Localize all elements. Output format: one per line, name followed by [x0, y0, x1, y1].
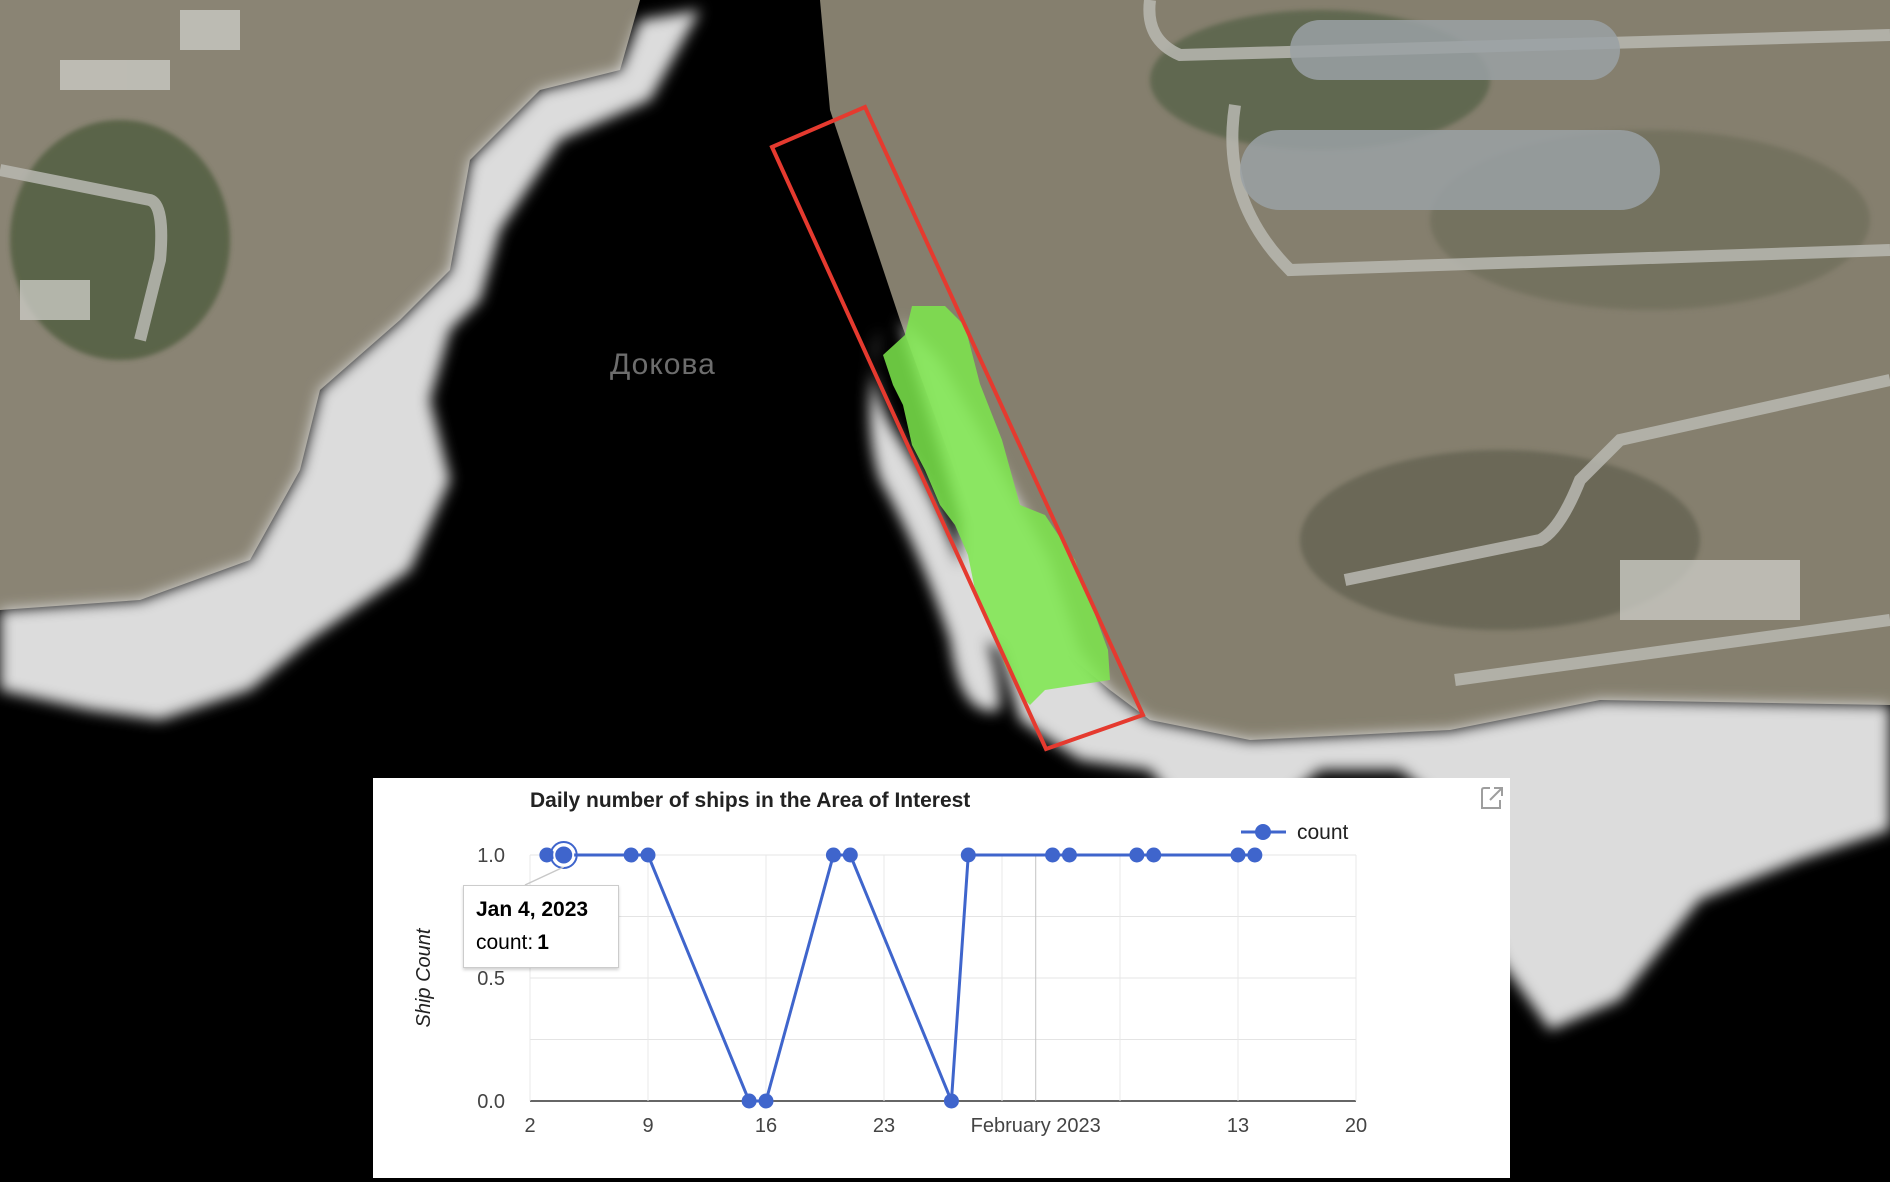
data-point[interactable] [1146, 847, 1162, 863]
tooltip-value-row: count: 1 [476, 931, 549, 955]
data-point[interactable] [758, 1093, 774, 1109]
x-tick-label: 20 [1345, 1115, 1367, 1137]
tooltip-date: Jan 4, 2023 [476, 898, 589, 921]
chart-tooltip: Jan 4, 2023 count: 1 [463, 885, 619, 968]
data-point[interactable] [1247, 847, 1263, 863]
chart-legend[interactable]: count [1241, 821, 1349, 844]
y-tick-label: 0.0 [477, 1091, 505, 1113]
y-axis-label-group: Ship Count [413, 927, 435, 1027]
data-point[interactable] [960, 847, 976, 863]
open-in-new-icon[interactable] [1476, 782, 1508, 814]
data-point[interactable] [1045, 847, 1061, 863]
tooltip-pointer [524, 866, 565, 886]
chart-series [524, 841, 1263, 1109]
chart-panel: 2 9 16 23 February 2023 13 20 0.0 0.5 1.0 count S… [373, 778, 1510, 1178]
highlighted-point[interactable] [553, 844, 575, 866]
y-tick-label: 1.0 [477, 845, 505, 867]
data-point[interactable] [623, 847, 639, 863]
x-tick-label: 9 [642, 1115, 653, 1137]
x-tick-label: February 2023 [971, 1115, 1101, 1137]
y-axis-label: Ship Count [413, 927, 435, 1027]
data-point[interactable] [842, 847, 858, 863]
legend-label: count [1297, 821, 1349, 844]
map-view[interactable]: Докова 2 9 16 23 February 2023 13 20 0.0 0.5 1.0 … [0, 0, 1890, 1182]
data-point[interactable] [943, 1093, 959, 1109]
x-tick-label: 13 [1227, 1115, 1249, 1137]
x-tick-label: 2 [524, 1115, 535, 1137]
line-chart: 2 9 16 23 February 2023 13 20 0.0 0.5 1.0 count S… [413, 821, 1367, 1137]
data-point[interactable] [741, 1093, 757, 1109]
chart-title: Daily number of ships in the Area of Int… [530, 789, 971, 812]
data-point[interactable] [640, 847, 656, 863]
tooltip-value: 1 [537, 931, 549, 954]
map-place-label: Докова [610, 348, 716, 381]
data-point[interactable] [1129, 847, 1145, 863]
data-point[interactable] [1230, 847, 1246, 863]
data-point[interactable] [1061, 847, 1077, 863]
chart-gridlines [529, 854, 1357, 1102]
tooltip-series-label: count: [476, 931, 534, 954]
data-point[interactable] [825, 847, 841, 863]
x-tick-label: 16 [755, 1115, 777, 1137]
legend-marker [1255, 824, 1271, 840]
y-tick-label: 0.5 [477, 968, 505, 990]
x-tick-label: 23 [873, 1115, 895, 1137]
